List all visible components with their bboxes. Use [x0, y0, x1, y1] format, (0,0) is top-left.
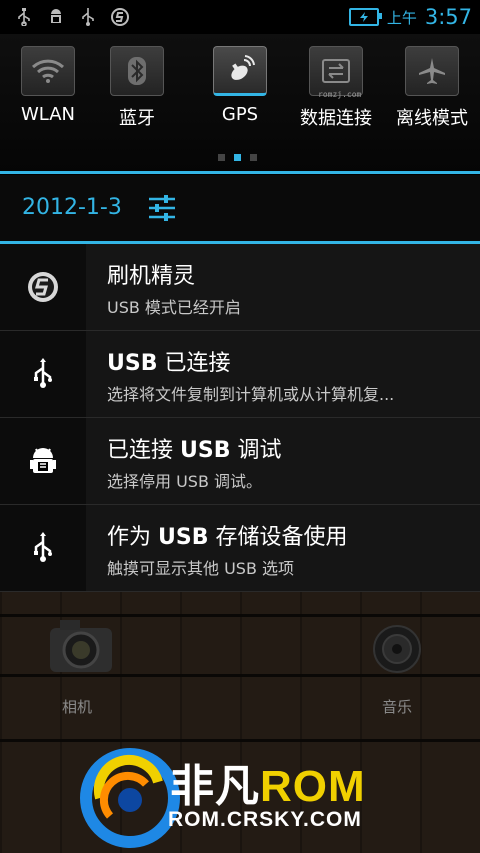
camera-app-label: 相机: [62, 698, 93, 716]
divider: [0, 171, 480, 174]
plank-divider: [0, 674, 480, 677]
battery-icon: [348, 8, 382, 26]
logo-url: ROM.CRSKY.COM: [168, 808, 362, 831]
toggle-data-connection[interactable]: 数据连接: [290, 46, 382, 130]
notification-title: USB 已连接: [107, 351, 231, 376]
notification-item[interactable]: 作为 USB 存储设备使用 触摸可显示其他 USB 选项: [0, 505, 480, 592]
notification-text: 选择将文件复制到计算机或从计算机复...: [107, 385, 395, 404]
notification-title: 作为 USB 存储设备使用: [107, 525, 348, 550]
music-app-label: 音乐: [382, 698, 413, 716]
toggle-label: 数据连接: [300, 108, 372, 129]
usb-icon: [0, 331, 86, 417]
logo-title-cn: 非凡: [170, 762, 260, 811]
usb-icon: [0, 505, 86, 591]
bluetooth-icon: [110, 46, 164, 96]
logo-title: 非凡ROM: [170, 750, 366, 814]
date-text: 2012-1-3: [22, 195, 122, 220]
flash-app-icon: [0, 244, 86, 330]
notification-text: USB 模式已经开启: [107, 298, 241, 317]
logo-title-rom: ROM: [260, 762, 366, 811]
date-header: 2012-1-3: [0, 175, 480, 241]
toggle-wlan[interactable]: WLAN: [2, 46, 94, 125]
notification-item[interactable]: USB 已连接 选择将文件复制到计算机或从计算机复...: [0, 331, 480, 418]
notification-text: 触摸可显示其他 USB 选项: [107, 559, 295, 578]
toggle-airplane-mode[interactable]: 离线模式: [386, 46, 478, 130]
toggle-label: WLAN: [20, 104, 76, 125]
swirl-logo-icon: [80, 748, 180, 848]
quick-toggles-panel: WLAN 蓝牙 GPS 数据连接 离线模式 romzj.com: [0, 34, 480, 172]
notification-text: 选择停用 USB 调试。: [107, 472, 263, 491]
notification-item[interactable]: 已连接 USB 调试 选择停用 USB 调试。: [0, 418, 480, 505]
data-connection-icon: [309, 46, 363, 96]
notification-title: 已连接 USB 调试: [107, 438, 282, 463]
music-app-icon[interactable]: [372, 624, 422, 674]
plank-divider: [0, 614, 480, 617]
camera-app-icon[interactable]: [48, 618, 114, 674]
settings-sliders-icon[interactable]: [148, 195, 176, 221]
clock-ampm: 上午: [386, 8, 417, 27]
toggle-label: GPS: [221, 104, 259, 125]
toggle-gps[interactable]: GPS: [194, 46, 286, 125]
watermark-text: romzj.com: [318, 90, 362, 99]
wifi-icon: [21, 46, 75, 96]
usb-icon: [14, 7, 34, 27]
crsky-rom-logo: 非凡ROM ROM.CRSKY.COM: [80, 748, 410, 848]
notification-title: 刷机精灵: [107, 264, 196, 289]
gps-icon: [213, 46, 267, 96]
toggle-label: 离线模式: [396, 108, 468, 129]
android-debug-icon: [0, 418, 86, 504]
page-dot-active: [234, 154, 241, 161]
airplane-icon: [405, 46, 459, 96]
page-indicator: [218, 154, 257, 161]
toggle-bluetooth[interactable]: 蓝牙: [91, 46, 183, 130]
toggle-label: 蓝牙: [119, 108, 155, 129]
plank-divider: [0, 739, 480, 742]
page-dot: [218, 154, 225, 161]
clock-time: 3:57: [424, 5, 472, 29]
status-bar[interactable]: 上午 3:57: [0, 0, 480, 34]
usb-icon: [78, 7, 98, 27]
notification-item[interactable]: 刷机精灵 USB 模式已经开启: [0, 244, 480, 331]
flash-app-icon: [110, 7, 130, 27]
android-debug-icon: [46, 7, 66, 27]
page-dot: [250, 154, 257, 161]
